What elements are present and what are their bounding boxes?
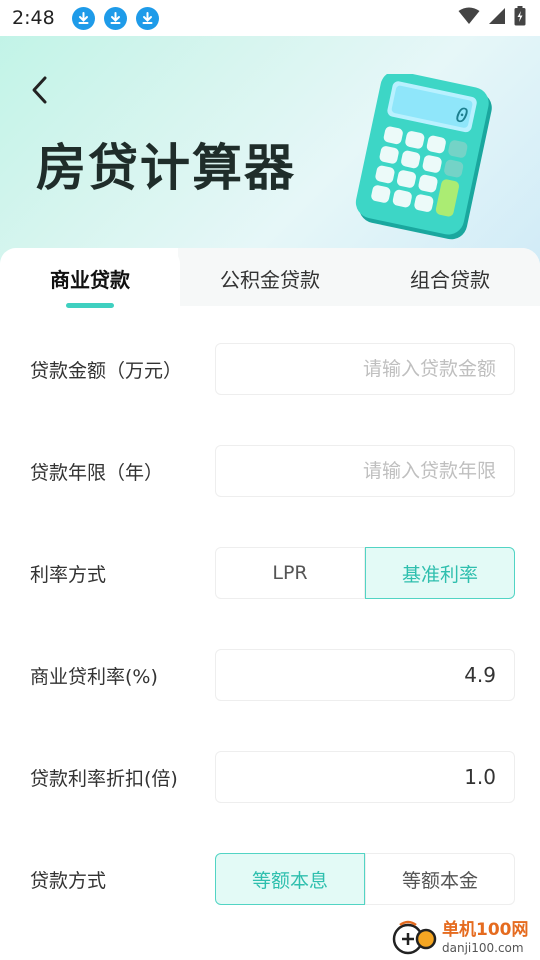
repay-method-row: 贷款方式 等额本息 等额本金 [0, 853, 540, 905]
repay-equal-principal-option[interactable]: 等额本金 [365, 853, 515, 905]
download-icon [103, 6, 127, 30]
loan-years-field [215, 445, 515, 497]
commercial-rate-row: 商业贷利率(%) 4.9 [0, 649, 540, 701]
loan-years-row: 贷款年限（年） [0, 445, 540, 497]
loan-amount-label: 贷款金额（万元） [30, 359, 183, 382]
loan-years-label: 贷款年限（年） [30, 461, 164, 484]
status-bar: 2:48 [0, 0, 540, 36]
repay-equal-installment-option[interactable]: 等额本息 [215, 853, 365, 905]
loan-years-input[interactable] [216, 446, 514, 496]
download-icon [71, 6, 95, 30]
watermark-url: danji100.com [442, 941, 524, 955]
loan-amount-field [215, 343, 515, 395]
rate-mode-label: 利率方式 [30, 563, 107, 586]
page-title: 房贷计算器 [36, 139, 296, 197]
tab-indicator [66, 303, 114, 308]
chevron-left-icon [32, 76, 47, 104]
tab-combined-loan[interactable]: 组合贷款 [360, 248, 540, 308]
repay-method-label: 贷款方式 [30, 869, 107, 892]
battery-charging-icon [514, 6, 526, 26]
calculator-illustration: 0 [355, 74, 492, 240]
rate-discount-label: 贷款利率折扣(倍) [30, 767, 178, 790]
rate-discount-row: 贷款利率折扣(倍) 1.0 [0, 751, 540, 803]
rate-mode-row: 利率方式 LPR 基准利率 [0, 547, 540, 599]
loan-amount-row: 贷款金额（万元） [0, 343, 540, 395]
tab-provident-fund-loan[interactable]: 公积金贷款 [180, 248, 360, 308]
watermark: 单机100网 danji100.com [392, 916, 540, 960]
back-button[interactable] [24, 72, 54, 108]
tab-commercial-loan[interactable]: 商业贷款 [0, 248, 180, 308]
loan-amount-input[interactable] [216, 344, 514, 394]
rate-mode-benchmark-option[interactable]: 基准利率 [365, 547, 515, 599]
rate-mode-lpr-option[interactable]: LPR [215, 547, 365, 599]
commercial-rate-label: 商业贷利率(%) [30, 665, 158, 688]
status-time: 2:48 [12, 7, 55, 29]
commercial-rate-input[interactable]: 4.9 [215, 649, 515, 701]
rate-discount-input[interactable]: 1.0 [215, 751, 515, 803]
watermark-text: 单机100网 [442, 920, 529, 940]
cellular-signal-icon [489, 8, 505, 24]
watermark-logo-icon [392, 919, 438, 957]
loan-type-tabs: 商业贷款 公积金贷款 组合贷款 [0, 248, 540, 308]
wifi-icon [458, 7, 480, 24]
download-icon [135, 6, 159, 30]
